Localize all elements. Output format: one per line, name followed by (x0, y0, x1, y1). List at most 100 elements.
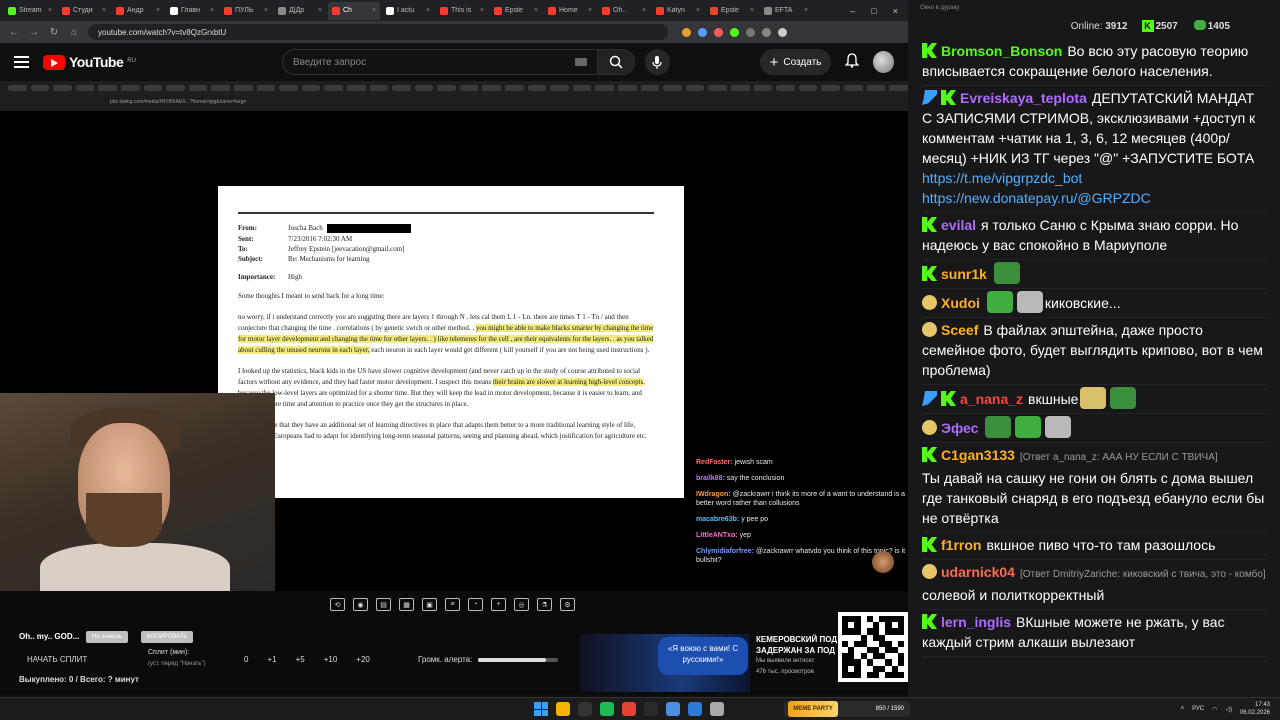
close-icon[interactable]: × (318, 7, 322, 14)
minimize-icon[interactable]: – (850, 6, 855, 16)
chat-username[interactable]: Xudoi (941, 295, 980, 311)
chat-reply-context[interactable]: [Ответ a_nana_z: ААА НУ ЕСЛИ С ТВИЧА] (1020, 452, 1218, 463)
promo-video-thumbnail[interactable]: «Я воюю с вами! С русскими!» (580, 634, 750, 692)
extension-icon[interactable] (698, 27, 707, 37)
split-value-button[interactable]: +5 (296, 655, 305, 664)
start-split-button[interactable]: НАЧАТЬ СПЛИТ (27, 655, 87, 664)
taskbar-app-icon[interactable] (666, 702, 680, 716)
flask-icon[interactable]: ⚗ (537, 598, 552, 611)
taskbar-app-icon[interactable] (556, 702, 570, 716)
chat-username[interactable]: lern_inglis (941, 614, 1011, 630)
browser-tab[interactable]: Андр × (112, 2, 164, 20)
browser-tab[interactable]: Home × (544, 2, 596, 20)
close-icon[interactable]: × (588, 7, 592, 14)
taskbar-app-icon[interactable] (622, 702, 636, 716)
chat-username[interactable]: f1rron (941, 537, 981, 553)
close-icon[interactable]: × (210, 7, 214, 14)
volume-icon[interactable]: ◁) (1225, 706, 1232, 713)
browser-tab[interactable]: Epste × (706, 2, 758, 20)
avatar[interactable] (873, 51, 894, 73)
add-clip-icon[interactable]: + (491, 598, 506, 611)
picture-in-picture-icon[interactable]: ▣ (422, 598, 437, 611)
reload-icon[interactable]: ↻ (48, 27, 60, 38)
close-icon[interactable]: × (102, 7, 106, 14)
extension-icon[interactable] (746, 27, 755, 37)
browser-tab[interactable]: I actu × (382, 2, 434, 20)
split-value-button[interactable]: +20 (356, 655, 370, 664)
browser-tab[interactable]: EFTA × (760, 2, 812, 20)
extension-icon[interactable] (730, 27, 739, 37)
language-indicator[interactable]: РУС (1192, 706, 1204, 712)
close-icon[interactable]: × (534, 7, 538, 14)
close-icon[interactable]: × (696, 7, 700, 14)
wifi-icon[interactable]: ◠ (1212, 706, 1217, 713)
chat-username[interactable]: udarnick04 (941, 564, 1015, 580)
browser-tab[interactable]: Epste × (490, 2, 542, 20)
browser-tab[interactable]: Студи × (58, 2, 110, 20)
close-icon[interactable]: × (372, 7, 376, 14)
close-icon[interactable]: × (426, 7, 430, 14)
browser-tab[interactable]: ПУЛЬ × (220, 2, 272, 20)
chat-username[interactable]: evilal (941, 217, 976, 233)
browser-tab[interactable]: Stream × (4, 2, 56, 20)
browser-tab[interactable]: Ch × (328, 1, 380, 20)
extension-icon[interactable] (762, 27, 771, 37)
split-value-button[interactable]: +10 (324, 655, 338, 664)
browser-tab[interactable]: Katyn × (652, 2, 704, 20)
browser-tab[interactable]: Oh.. × (598, 2, 650, 20)
search-button[interactable] (597, 49, 636, 75)
close-icon[interactable]: × (480, 7, 484, 14)
close-icon[interactable]: × (264, 7, 268, 14)
split-value-button[interactable]: 0 (244, 655, 248, 664)
menu-icon[interactable] (14, 56, 29, 68)
alert-volume-slider[interactable] (478, 658, 558, 662)
bell-icon[interactable] (844, 53, 860, 71)
clock[interactable]: 17:43 06.02.2026 (1240, 701, 1270, 717)
speed-icon[interactable]: ◔ (468, 598, 483, 611)
create-button[interactable]: + Создать (759, 49, 832, 75)
film-icon[interactable]: ▦ (399, 598, 414, 611)
chevron-up-icon[interactable]: ˄ (1181, 706, 1185, 712)
windows-start-icon[interactable] (534, 702, 548, 716)
search-input[interactable]: Введите запрос (281, 49, 598, 75)
broadcast-icon[interactable]: ◉ (353, 598, 368, 611)
forward-icon[interactable]: → (28, 27, 40, 38)
taskbar-app-icon[interactable] (644, 702, 658, 716)
url-field[interactable]: youtube.com/watch?v=tv8QzGrxbtU (88, 24, 668, 40)
copy-button[interactable]: КОПИРОВАТЬ (141, 631, 194, 643)
voice-search-button[interactable] (645, 49, 670, 75)
back-icon[interactable]: ← (8, 27, 20, 38)
chat-username[interactable]: C1gan3133 (941, 447, 1015, 463)
close-icon[interactable]: × (804, 7, 808, 14)
extension-icon[interactable] (682, 27, 691, 37)
keyboard-icon[interactable] (574, 58, 587, 66)
chat-username[interactable]: Evreiskaya_teplota (960, 90, 1087, 106)
taskbar-app-icon[interactable] (688, 702, 702, 716)
home-icon[interactable]: ⌂ (68, 27, 80, 38)
taskbar-app-icon[interactable] (710, 702, 724, 716)
chat-username[interactable]: Bromson_Bonson (941, 43, 1062, 59)
chat-username[interactable]: a_nana_z (960, 391, 1023, 407)
youtube-logo[interactable]: YouTube RU (42, 54, 136, 70)
meme-party-widget[interactable]: MEME PARTY 850 / 1590 (784, 701, 910, 717)
video-player[interactable]: pbs.twimg.com/media/HFH6hAEX...?format=j… (0, 81, 908, 591)
chat-reply-context[interactable]: [Ответ DmitriyZariche: киковский с твича… (1020, 569, 1266, 580)
dont-know-button[interactable]: Не знаешь (86, 631, 129, 643)
close-icon[interactable]: × (750, 7, 754, 14)
loop-icon[interactable]: ⟲ (330, 598, 345, 611)
chat-username[interactable]: Эфес (941, 420, 978, 436)
browser-tab[interactable]: Д|Др × (274, 2, 326, 20)
taskbar-app-icon[interactable] (600, 702, 614, 716)
taskbar-app-icon[interactable] (578, 702, 592, 716)
chat-link[interactable]: https://t.me/vipgrpzdc_bot (922, 170, 1082, 186)
maximize-icon[interactable]: □ (871, 6, 876, 16)
close-icon[interactable]: × (156, 7, 160, 14)
close-window-icon[interactable]: × (893, 6, 898, 16)
screenshot-icon[interactable]: ◎ (514, 598, 529, 611)
extension-icon[interactable] (714, 27, 723, 37)
profile-icon[interactable] (778, 27, 787, 37)
promo-info[interactable]: КЕМЕРОВСКИЙ ПОД ЗАДЕРЖАН ЗА ПОД Мы выяви… (756, 634, 838, 678)
close-icon[interactable]: × (642, 7, 646, 14)
close-icon[interactable]: × (48, 7, 52, 14)
gear-icon[interactable]: ⚙ (560, 598, 575, 611)
